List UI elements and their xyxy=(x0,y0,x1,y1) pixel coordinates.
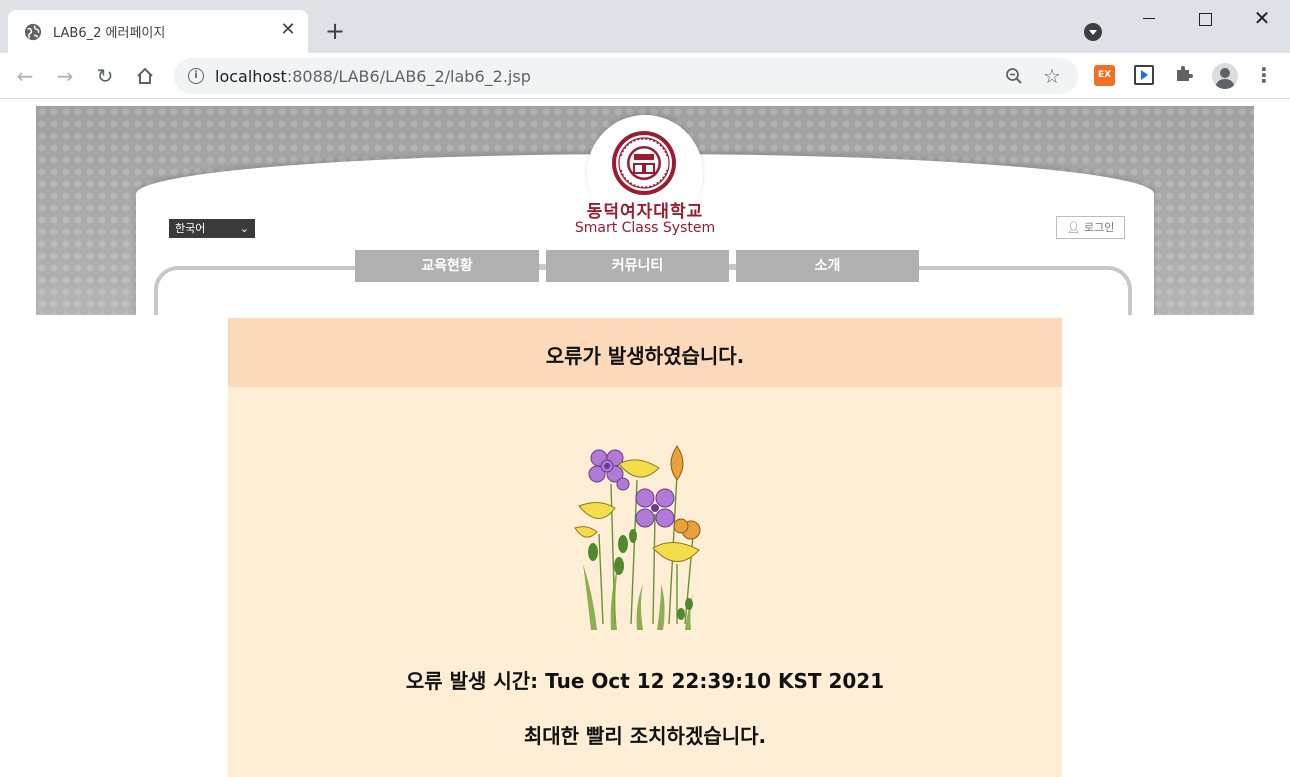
error-panel: 오류가 발생하였습니다. 오류 발생 시간: Tue Oct 12 22:39:… xyxy=(228,318,1062,777)
window-close-button[interactable]: ✕ xyxy=(1242,6,1282,32)
language-select[interactable]: 한국어 ⌄ xyxy=(169,219,255,238)
browser-toolbar: ← → ↻ i localhost:8088/LAB6/LAB6_2/lab6_… xyxy=(0,53,1290,99)
university-name[interactable]: 동덕여자대학교 xyxy=(536,197,754,222)
zoom-icon[interactable] xyxy=(1005,67,1023,85)
ex-extension-icon[interactable]: EX xyxy=(1094,65,1115,86)
globe-icon xyxy=(24,23,42,41)
error-title: 오류가 발생하였습니다. xyxy=(545,344,745,368)
star-icon[interactable]: ☆ xyxy=(1043,64,1061,88)
address-bar[interactable]: i localhost:8088/LAB6/LAB6_2/lab6_2.jsp … xyxy=(174,58,1078,94)
flower-illustration xyxy=(574,445,701,630)
tab-title: LAB6_2 에러페이지 xyxy=(53,26,166,41)
tab-close-icon[interactable]: ✕ xyxy=(278,20,298,40)
back-arrow-icon[interactable]: ← xyxy=(14,65,36,87)
nav-about[interactable]: 소개 xyxy=(736,250,919,282)
chevron-down-icon: ⌄ xyxy=(239,222,249,235)
user-icon: 👤︎ xyxy=(1066,221,1081,234)
url-host: localhost xyxy=(215,67,287,86)
nav-education-status[interactable]: 교육현황 xyxy=(355,250,539,282)
info-icon[interactable]: i xyxy=(188,68,204,84)
language-select-value: 한국어 xyxy=(175,222,206,235)
puzzle-icon[interactable] xyxy=(1174,63,1194,83)
url-path: :8088/LAB6/LAB6_2/lab6_2.jsp xyxy=(286,67,531,86)
nav-connector xyxy=(729,264,736,268)
page-viewport: 동덕여자대학교 Smart Class System 한국어 ⌄ 👤︎ 로그인 … xyxy=(0,99,1290,777)
minimize-button[interactable] xyxy=(1129,6,1169,32)
login-button[interactable]: 👤︎ 로그인 xyxy=(1056,216,1125,239)
login-label: 로그인 xyxy=(1084,221,1115,234)
error-time: 오류 발생 시간: Tue Oct 12 22:39:10 KST 2021 xyxy=(405,669,885,693)
url-text[interactable]: localhost:8088/LAB6/LAB6_2/lab6_2.jsp xyxy=(215,67,531,86)
error-header: 오류가 발생하였습니다. xyxy=(228,318,1062,387)
maximize-button[interactable] xyxy=(1185,6,1225,32)
home-icon[interactable] xyxy=(134,65,156,87)
profile-icon[interactable] xyxy=(1212,63,1238,89)
reload-icon[interactable]: ↻ xyxy=(94,65,116,87)
media-extension-icon[interactable] xyxy=(1134,65,1154,85)
new-tab-button[interactable]: + xyxy=(322,18,348,44)
forward-arrow-icon[interactable]: → xyxy=(54,65,76,87)
tab-strip: LAB6_2 에러페이지 ✕ + ✕ xyxy=(0,0,1290,53)
nav-community[interactable]: 커뮤니티 xyxy=(546,250,729,282)
kebab-menu-icon[interactable]: ⋮ xyxy=(1254,65,1274,87)
browser-tab[interactable]: LAB6_2 에러페이지 ✕ xyxy=(8,10,308,53)
error-message: 최대한 빨리 조치하겠습니다. xyxy=(523,724,767,748)
tab-search-icon[interactable] xyxy=(1084,23,1102,41)
university-seal-logo[interactable] xyxy=(611,130,677,196)
system-name[interactable]: Smart Class System xyxy=(536,220,754,236)
site-header-banner: 동덕여자대학교 Smart Class System 한국어 ⌄ 👤︎ 로그인 … xyxy=(36,106,1254,315)
nav-connector xyxy=(539,264,546,268)
